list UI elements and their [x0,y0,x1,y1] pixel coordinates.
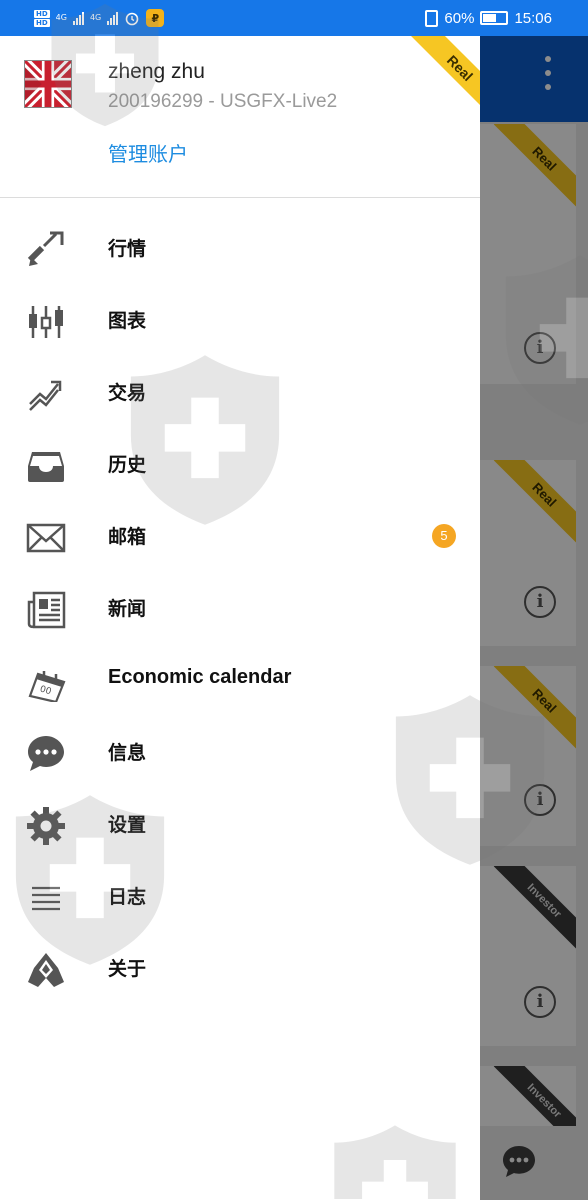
calendar-icon: 00 [28,671,66,702]
menu-item-economic-calendar[interactable]: 00 Economic calendar [0,644,480,716]
menu-item-label: 交易 [108,382,147,404]
menu-item-mailbox[interactable]: 邮箱 5 [0,500,480,572]
menu-item-quotes[interactable]: 行情 [0,212,480,284]
menu-item-trade[interactable]: 交易 [0,356,480,428]
menu-item-label: 邮箱 [108,526,147,548]
sim2-hd-badge: HD [34,18,50,27]
account-type-ribbon: Real [409,36,480,119]
history-icon [28,452,64,482]
signal-icon [72,11,84,25]
menu-item-journal[interactable]: 日志 [0,860,480,932]
account-id-server: 200196299 - USGFX-Live2 [108,91,338,112]
news-icon [27,591,66,629]
menu-item-label: 新闻 [108,598,147,620]
quotes-icon [27,231,64,266]
navigation-drawer: Real zheng zhu 200196299 - USGFX-Live2 管… [0,36,480,1200]
network-type-1: 4G [55,13,67,22]
journal-icon [32,886,60,911]
menu-item-messages[interactable]: 信息 [0,716,480,788]
menu-item-label: 图表 [108,310,147,332]
settings-icon [27,807,65,845]
trade-icon [29,380,62,411]
vibrate-icon [425,9,439,27]
uk-flag-icon [24,60,72,108]
clock: 15:06 [514,9,552,27]
unread-badge: 5 [432,524,456,548]
menu-item-label: 行情 [108,238,147,260]
account-name: zheng zhu [108,60,205,83]
sim1-hd-badge: HD [34,9,50,18]
menu-item-label: 关于 [108,958,147,980]
menu-item-about[interactable]: 关于 [0,932,480,1004]
menu-item-history[interactable]: 历史 [0,428,480,500]
menu-item-label: 历史 [108,454,147,476]
chart-icon [29,306,63,338]
signal-icon-2 [107,11,119,25]
status-bar: HD HD 4G 4G ₽ 60% 15:06 [0,0,588,36]
chat-icon [503,1146,535,1177]
chat-icon [28,736,64,771]
status-bar-right: 60% 15:06 [425,0,552,36]
manage-accounts-link[interactable]: 管理账户 [108,138,188,167]
battery-icon [480,11,509,25]
menu-item-chart[interactable]: 图表 [0,284,480,356]
menu-item-news[interactable]: 新闻 [0,572,480,644]
menu-item-label: 信息 [108,742,147,764]
menu-item-label: 日志 [108,886,147,908]
mail-icon [26,523,66,553]
battery-percent: 60% [444,9,475,27]
drawer-scrim[interactable] [480,36,588,1200]
about-icon [28,953,64,987]
status-bar-left: HD HD 4G 4G ₽ [34,4,165,32]
sim-badges: HD HD [34,9,50,27]
app-notification-icon: ₽ [146,9,165,27]
network-type-2: 4G [89,13,102,22]
svg-text:00: 00 [39,684,53,697]
menu-item-label: 设置 [108,814,147,836]
menu-item-settings[interactable]: 设置 [0,788,480,860]
menu-item-label: Economic calendar [108,666,292,688]
header-divider [0,197,480,198]
alarm-icon [125,12,139,26]
